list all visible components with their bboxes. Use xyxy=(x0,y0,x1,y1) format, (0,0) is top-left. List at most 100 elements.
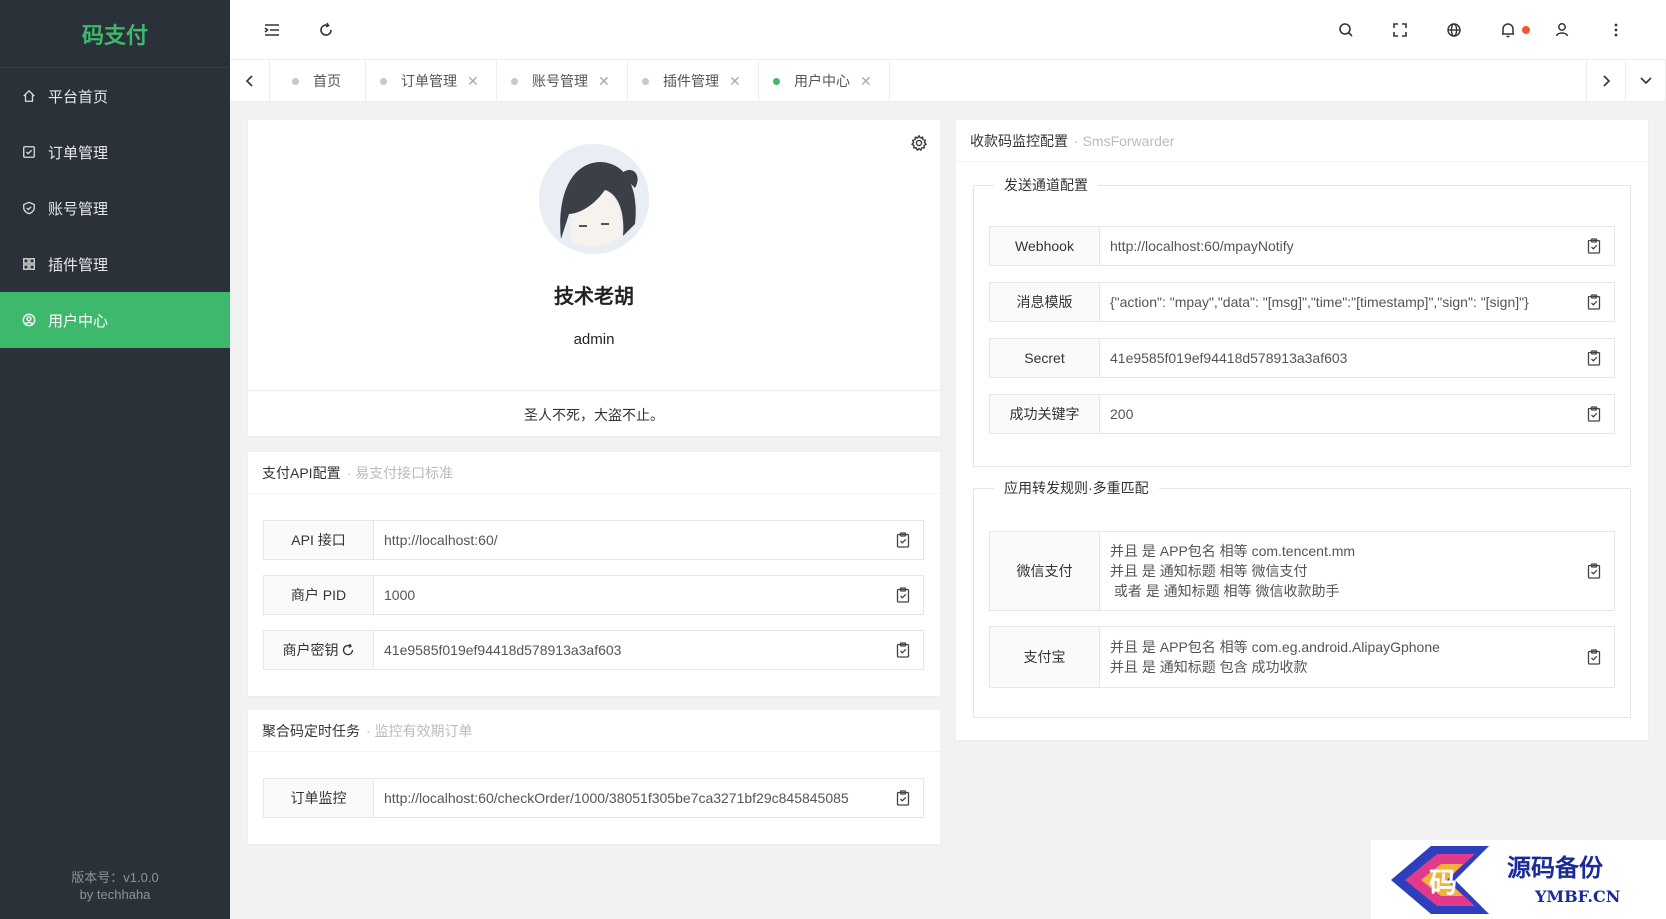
rule-line: 并且 是 APP包名 相等 com.tencent.mm xyxy=(1110,543,1356,559)
tab-label: 账号管理 xyxy=(532,73,588,89)
tab-label: 订单管理 xyxy=(401,73,457,89)
sidebar-item-accounts[interactable]: 账号管理 xyxy=(0,180,230,236)
row-label: 订单监控 xyxy=(264,779,374,817)
bell-icon[interactable] xyxy=(1498,20,1518,40)
merchant-key-row: 商户密钥 41e9585f019ef94418d578913a3af603 xyxy=(263,630,924,670)
copy-button[interactable] xyxy=(883,631,923,669)
chevron-left-icon xyxy=(245,75,253,87)
profile-card: 技术老胡 admin 圣人不死，大盗不止。 xyxy=(248,120,940,436)
clipboard-icon xyxy=(1587,406,1601,422)
tab-orders[interactable]: 订单管理 ✕ xyxy=(366,60,497,102)
profile-username: admin xyxy=(573,331,615,348)
merchant-key-field[interactable]: 41e9585f019ef94418d578913a3af603 xyxy=(374,631,883,669)
row-label: 消息模版 xyxy=(990,283,1100,321)
tab-bar: 首页 订单管理 ✕ 账号管理 ✕ 插件管理 ✕ 用户中心 ✕ xyxy=(230,60,1666,102)
tab-dropdown-button[interactable] xyxy=(1626,60,1666,102)
card-header: 收款码监控配置 · SmsForwarder xyxy=(956,120,1648,162)
search-icon[interactable] xyxy=(1336,20,1356,40)
watermark-graphic: 码 源码备份 YMBF.CN xyxy=(1391,846,1620,914)
copy-button[interactable] xyxy=(1574,227,1614,265)
tab-status-dot xyxy=(773,77,780,85)
send-channel-fieldset: 发送通道配置 Webhook http://localhost:60/mpayN… xyxy=(973,175,1631,467)
tab-status-dot xyxy=(380,77,387,85)
sidebar: 码支付 平台首页 订单管理 账号管理 插件管理 用户中心 版本号：v1.0.0 … xyxy=(0,0,230,919)
user-icon[interactable] xyxy=(1552,20,1572,40)
api-url-field[interactable]: http://localhost:60/ xyxy=(374,521,883,559)
webhook-field[interactable]: http://localhost:60/mpayNotify xyxy=(1100,227,1574,265)
row-label: API 接口 xyxy=(264,521,374,559)
rule-line: 并且 是 通知标题 包含 成功收款 xyxy=(1110,659,1308,675)
message-template-field[interactable]: {"action": "mpay","data": "[msg]","time"… xyxy=(1100,283,1574,321)
secret-field[interactable]: 41e9585f019ef94418d578913a3af603 xyxy=(1100,339,1574,377)
copy-button[interactable] xyxy=(1574,339,1614,377)
tab-user-center[interactable]: 用户中心 ✕ xyxy=(759,60,890,102)
order-monitor-row: 订单监控 http://localhost:60/checkOrder/1000… xyxy=(263,778,924,818)
merchant-pid-field[interactable]: 1000 xyxy=(374,576,883,614)
sidebar-item-label: 插件管理 xyxy=(48,256,109,274)
watermark-glyph: 码 xyxy=(1429,866,1457,899)
close-icon[interactable]: ✕ xyxy=(729,73,741,90)
copy-button[interactable] xyxy=(883,779,923,817)
tab-label: 首页 xyxy=(313,73,341,89)
copy-button[interactable] xyxy=(1574,627,1614,687)
clipboard-icon xyxy=(1587,563,1601,579)
row-label: 成功关键字 xyxy=(990,395,1100,433)
divider xyxy=(248,390,940,391)
card-subtitle: · 易支付接口标准 xyxy=(346,464,454,481)
fullscreen-icon[interactable] xyxy=(1390,20,1410,40)
fieldset-legend: 发送通道配置 xyxy=(994,175,1098,195)
watermark-en: YMBF.CN xyxy=(1534,887,1620,906)
tab-scroll-left-button[interactable] xyxy=(230,60,270,102)
order-monitor-field[interactable]: http://localhost:60/checkOrder/1000/3805… xyxy=(374,779,883,817)
tab-plugins[interactable]: 插件管理 ✕ xyxy=(628,60,759,102)
app-logo[interactable]: 码支付 xyxy=(0,0,230,68)
copy-button[interactable] xyxy=(883,521,923,559)
copy-button[interactable] xyxy=(883,576,923,614)
merchant-pid-row: 商户 PID 1000 xyxy=(263,575,924,615)
home-icon xyxy=(23,89,35,102)
success-keyword-field[interactable]: 200 xyxy=(1100,395,1574,433)
tab-home[interactable]: 首页 xyxy=(270,60,366,102)
wechat-rule-field[interactable]: 并且 是 APP包名 相等 com.tencent.mm 并且 是 通知标题 相… xyxy=(1100,532,1574,610)
wechat-rule-row: 微信支付 并且 是 APP包名 相等 com.tencent.mm 并且 是 通… xyxy=(989,531,1615,611)
card-header: 支付API配置 · 易支付接口标准 xyxy=(248,452,940,494)
top-header xyxy=(230,0,1666,60)
close-icon[interactable]: ✕ xyxy=(598,73,610,90)
sidebar-item-home[interactable]: 平台首页 xyxy=(0,68,230,124)
close-icon[interactable]: ✕ xyxy=(467,73,479,90)
tab-scroll-right-button[interactable] xyxy=(1586,60,1626,102)
chevron-down-icon xyxy=(1639,77,1652,85)
clipboard-icon xyxy=(1587,238,1601,254)
tab-label: 插件管理 xyxy=(663,73,719,89)
forward-rules-fieldset: 应用转发规则·多重匹配 微信支付 并且 是 APP包名 相等 com.tence… xyxy=(973,478,1631,718)
more-vertical-icon[interactable] xyxy=(1606,20,1626,40)
close-icon[interactable]: ✕ xyxy=(860,73,872,90)
copy-button[interactable] xyxy=(1574,395,1614,433)
chevron-right-icon xyxy=(1603,75,1611,87)
card-subtitle: · 监控有效期订单 xyxy=(366,722,473,739)
webhook-row: Webhook http://localhost:60/mpayNotify xyxy=(989,226,1615,266)
notification-dot xyxy=(1522,26,1530,34)
language-globe-icon[interactable] xyxy=(1444,20,1464,40)
profile-name: 技术老胡 xyxy=(554,286,634,308)
row-label: 支付宝 xyxy=(990,627,1100,687)
user-circle-icon xyxy=(22,313,36,327)
tab-label: 用户中心 xyxy=(794,73,850,89)
sidebar-item-plugins[interactable]: 插件管理 xyxy=(0,236,230,292)
sidebar-item-user-center[interactable]: 用户中心 xyxy=(0,292,230,348)
copy-button[interactable] xyxy=(1574,532,1614,610)
sidebar-item-label: 订单管理 xyxy=(48,144,109,162)
menu-toggle-icon[interactable] xyxy=(262,20,282,40)
refresh-icon[interactable] xyxy=(316,20,336,40)
tab-accounts[interactable]: 账号管理 ✕ xyxy=(497,60,628,102)
sidebar-item-orders[interactable]: 订单管理 xyxy=(0,124,230,180)
card-title: 收款码监控配置 xyxy=(970,132,1068,149)
rule-line: 并且 是 APP包名 相等 com.eg.android.AlipayGphon… xyxy=(1110,639,1440,655)
alipay-rule-field[interactable]: 并且 是 APP包名 相等 com.eg.android.AlipayGphon… xyxy=(1100,627,1574,687)
copy-button[interactable] xyxy=(1574,283,1614,321)
tab-status-dot xyxy=(642,77,649,85)
regenerate-icon[interactable] xyxy=(341,643,355,657)
gear-icon[interactable] xyxy=(910,134,928,152)
card-header: 聚合码定时任务 · 监控有效期订单 xyxy=(248,710,940,752)
message-template-row: 消息模版 {"action": "mpay","data": "[msg]","… xyxy=(989,282,1615,322)
